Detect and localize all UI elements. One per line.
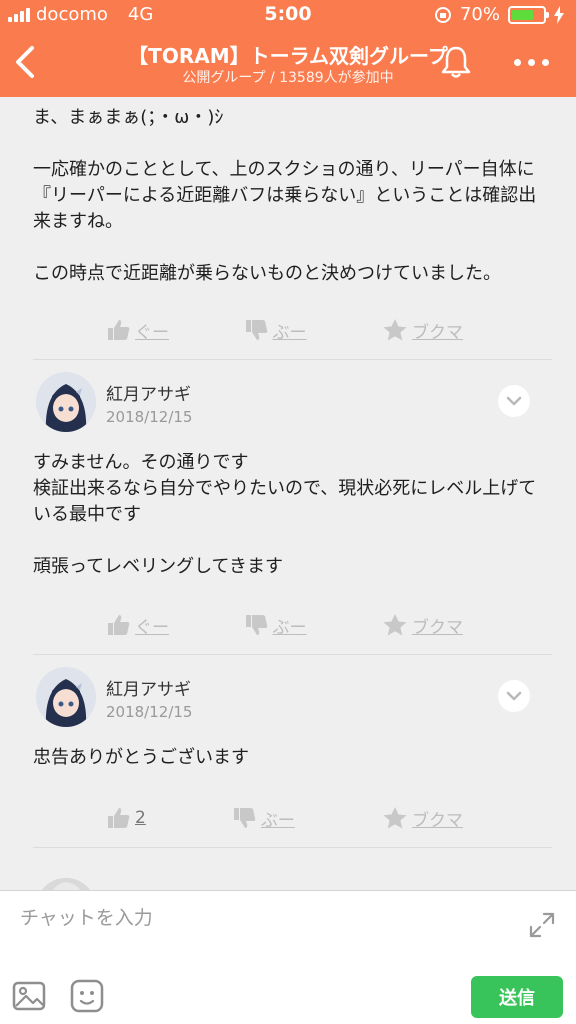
battery-percent: 70% (459, 4, 500, 25)
bad-label: ぶー (272, 322, 307, 343)
avatar[interactable] (36, 667, 96, 727)
list-item: 紅月アサギ 2018/12/15 すみません。その通りです 検証出来るなら自分で… (0, 360, 576, 655)
divider (33, 847, 552, 848)
bookmark-label: ブクマ (412, 322, 463, 343)
list-item: ま、まぁまぁ(；・ω・)ｼ 一応確かのこととして、上のスクショの通り、リーパー自… (0, 97, 576, 360)
star-icon (383, 614, 407, 636)
bookmark-button[interactable]: ブクマ (382, 806, 463, 831)
message-text: ま、まぁまぁ(；・ω・)ｼ 一応確かのこととして、上のスクショの通り、リーパー自… (33, 107, 537, 284)
post-date: 2018/12/15 (106, 703, 193, 721)
author-name: 紅月アサギ (106, 680, 191, 700)
message-text: すみません。その通りです 検証出来るなら自分でやりたいので、現状必死にレベル上げ… (33, 452, 537, 577)
chat-input[interactable] (20, 903, 500, 933)
good-button[interactable]: ぐー (107, 613, 169, 638)
author-name: 紅月アサギ (106, 385, 191, 405)
charging-icon (554, 5, 564, 24)
reaction-bar: 2 ぶー ブクマ (107, 803, 463, 833)
thumbs-down-icon (245, 320, 267, 340)
battery-icon (508, 5, 549, 24)
star-icon (383, 807, 407, 829)
good-button[interactable]: 2 (107, 807, 146, 829)
good-count: 2 (135, 808, 146, 828)
status-bar: docomo 4G 5:00 70% (0, 0, 576, 30)
author-row: 紅月アサギ 2018/12/15 (0, 372, 576, 450)
good-label: ぐー (135, 617, 169, 638)
list-item: 紅月アサギ 2018/12/15 忠告ありがとうございます 2 ぶー ブクマ (0, 655, 576, 848)
message-text: 忠告ありがとうございます (33, 747, 249, 768)
bad-button[interactable]: ぶー (233, 806, 295, 831)
avatar[interactable] (36, 878, 96, 890)
good-label: ぐー (135, 322, 169, 343)
send-button[interactable]: 送信 (471, 976, 563, 1018)
thumbs-up-icon (108, 808, 130, 828)
chevron-down-icon (506, 691, 522, 701)
back-icon[interactable] (12, 44, 40, 80)
thumbs-down-icon (245, 615, 267, 635)
bell-icon[interactable] (438, 44, 474, 80)
author-row: 紅月アサギ 2018/12/15 (0, 667, 576, 745)
image-icon[interactable] (12, 979, 46, 1013)
expand-icon[interactable] (528, 911, 556, 939)
star-icon (383, 319, 407, 341)
reaction-bar: ぐー ぶー ブクマ (107, 315, 463, 345)
bookmark-label: ブクマ (411, 810, 463, 831)
post-menu-button[interactable] (498, 385, 530, 417)
message-list[interactable]: ま、まぁまぁ(；・ω・)ｼ 一応確かのこととして、上のスクショの通り、リーパー自… (0, 97, 576, 890)
bad-label: ぶー (260, 810, 295, 831)
status-right: 70% (434, 4, 564, 25)
post-menu-button[interactable] (498, 680, 530, 712)
reaction-bar: ぐー ぶー ブクマ (107, 610, 463, 640)
stamp-icon[interactable] (70, 979, 104, 1013)
avatar[interactable] (36, 372, 96, 432)
more-icon[interactable] (514, 50, 554, 74)
bad-button[interactable]: ぶー (245, 613, 307, 638)
bad-button[interactable]: ぶー (245, 318, 307, 343)
thumbs-up-icon (108, 615, 130, 635)
bad-label: ぶー (272, 617, 307, 638)
thumbs-down-icon (233, 808, 256, 828)
good-button[interactable]: ぐー (107, 318, 169, 343)
chevron-down-icon (506, 396, 522, 406)
group-title: 【TORAM】トーラム双剣グループ (128, 44, 448, 68)
thumbs-up-icon (108, 320, 130, 340)
bookmark-button[interactable]: ブクマ (382, 318, 463, 343)
post-date: 2018/12/15 (106, 408, 193, 426)
top-bar: docomo 4G 5:00 70% 【TORAM】トーラム双剣グループ 公開グ… (0, 0, 576, 97)
bookmark-button[interactable]: ブクマ (382, 613, 463, 638)
chat-input-bar: 送信 (0, 890, 576, 1024)
orientation-lock-icon (434, 6, 451, 23)
group-subtitle: 公開グループ / 13589人が参加中 (182, 70, 394, 86)
bookmark-label: ブクマ (412, 617, 463, 638)
chat-header: 【TORAM】トーラム双剣グループ 公開グループ / 13589人が参加中 (0, 30, 576, 97)
